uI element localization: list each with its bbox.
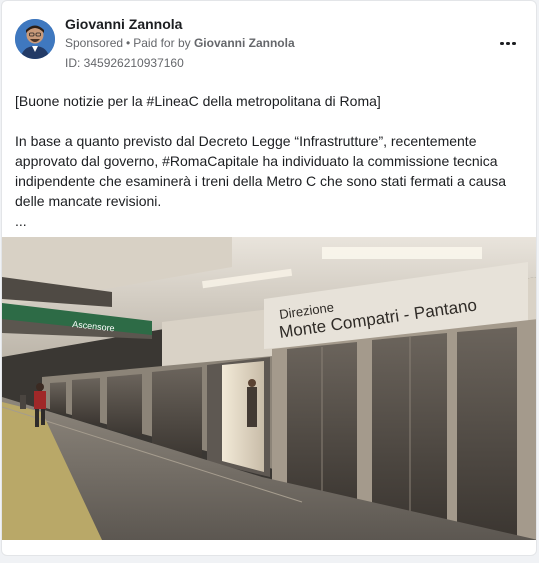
paid-for-prefix: Paid for by <box>133 36 191 50</box>
post-photo[interactable]: Ascensore Direzione Monte Compatri - Pan… <box>2 237 536 540</box>
sponsored-meta: Sponsored • Paid for by Giovanni Zannola <box>65 36 295 50</box>
metro-station-image: Ascensore Direzione Monte Compatri - Pan… <box>2 237 536 540</box>
post-text: [Buone notizie per la #LineaC della metr… <box>15 91 527 231</box>
meta-separator: • <box>126 36 131 50</box>
post-text-body: In base a quanto previsto dal Decreto Le… <box>15 133 507 209</box>
post-text-headline: [Buone notizie per la #LineaC della metr… <box>15 93 381 109</box>
paid-for-name[interactable]: Giovanni Zannola <box>194 36 295 50</box>
sponsored-label: Sponsored <box>65 36 124 50</box>
more-options-button[interactable] <box>492 27 524 55</box>
ad-id: ID: 345926210937160 <box>65 56 184 70</box>
author-name[interactable]: Giovanni Zannola <box>65 16 182 32</box>
author-avatar[interactable] <box>15 19 55 59</box>
sponsored-post-card: Giovanni Zannola Sponsored • Paid for by G… <box>1 0 537 556</box>
more-horizontal-icon <box>499 32 517 50</box>
see-more-ellipsis[interactable]: ... <box>15 211 527 231</box>
avatar-image <box>15 19 55 59</box>
